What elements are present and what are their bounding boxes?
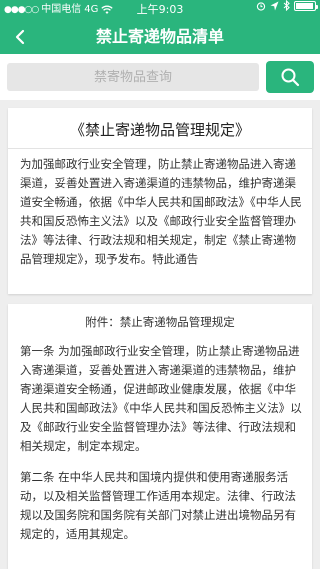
page-title: 禁止寄递物品清单 xyxy=(95,27,224,46)
search-icon xyxy=(281,68,300,87)
search-area xyxy=(0,54,320,100)
nav-bar: 禁止寄递物品清单 xyxy=(0,20,320,54)
alarm-icon xyxy=(256,1,266,11)
location-arrow-icon xyxy=(270,1,279,10)
attachment-title: 附件：禁止寄递物品管理规定 xyxy=(85,315,235,329)
notice-body: 为加强邮政行业安全管理，防止禁止寄递物品进入寄递渠道，妥善处置进入寄递渠道的违禁… xyxy=(20,157,302,266)
bluetooth-icon xyxy=(283,0,290,11)
attachment-card: 附件：禁止寄递物品管理规定 第一条 为加强邮政行业安全管理，防止禁止寄递物品进入… xyxy=(8,304,312,569)
search-button[interactable] xyxy=(266,61,314,93)
search-input[interactable] xyxy=(7,63,259,91)
notice-card: 《禁止寄递物品管理规定》 为加强邮政行业安全管理，防止禁止寄递物品进入寄递渠道，… xyxy=(8,108,312,294)
status-right xyxy=(256,0,318,11)
notice-title: 《禁止寄递物品管理规定》 xyxy=(69,121,250,139)
article-paragraph: 第一条 为加强邮政行业安全管理，防止禁止寄递物品进入寄递渠道，妥善处置进入寄递渠… xyxy=(20,344,302,453)
status-bar: ●●●○○ 中国电信 4G 上午9:03 xyxy=(0,0,320,20)
battery-icon xyxy=(294,0,318,11)
article-paragraph: 第二条 在中华人民共和国境内提供和使用寄递服务活动，以及相关监督管理工作适用本规… xyxy=(20,470,296,541)
